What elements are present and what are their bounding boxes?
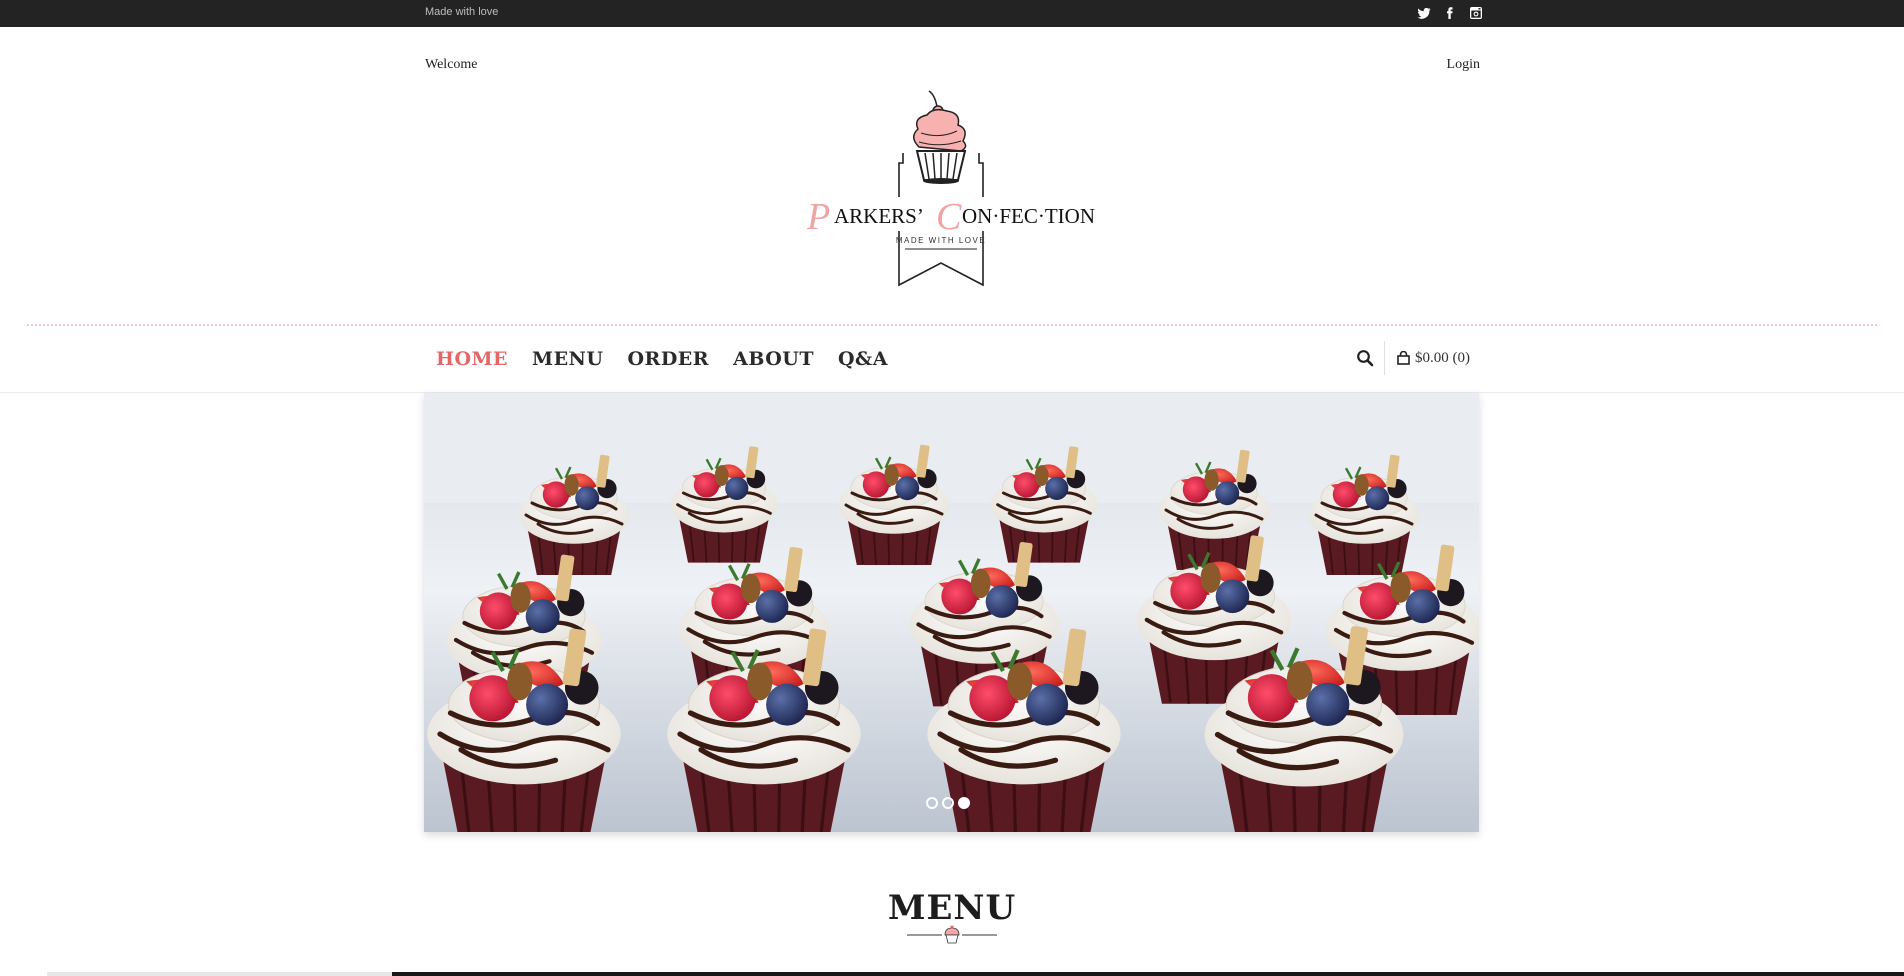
top-tagline: Made with love xyxy=(425,6,499,18)
main-nav: HOME MENU ORDER ABOUT Q&A xyxy=(425,342,900,376)
slider-dot-2[interactable] xyxy=(942,797,954,809)
brand-logo[interactable]: P ARKERS’ C ON·FEC·TION MADE WITH LOVE xyxy=(803,85,1097,290)
svg-text:C: C xyxy=(936,196,962,238)
social-links xyxy=(1416,5,1484,21)
slider-dot-3[interactable] xyxy=(958,797,970,809)
menu-section-title: MENU xyxy=(887,888,1017,928)
facebook-icon[interactable] xyxy=(1442,5,1458,21)
nav-item-menu[interactable]: MENU xyxy=(532,348,603,370)
svg-text:P: P xyxy=(806,196,830,238)
shopping-bag-icon xyxy=(1397,351,1410,365)
welcome-text: Welcome xyxy=(425,57,478,72)
hero-image xyxy=(424,393,1479,832)
twitter-icon[interactable] xyxy=(1416,5,1432,21)
svg-text:MADE WITH LOVE: MADE WITH LOVE xyxy=(896,236,986,245)
header-divider xyxy=(27,324,1877,326)
nav-item-qa[interactable]: Q&A xyxy=(838,348,888,370)
cart-button[interactable]: $0.00 (0) xyxy=(1384,341,1470,375)
cupcake-divider-icon xyxy=(907,925,997,947)
login-link[interactable]: Login xyxy=(1447,57,1480,73)
top-bar: Made with love xyxy=(0,0,1904,27)
nav-item-order[interactable]: ORDER xyxy=(627,348,709,370)
bottom-strip xyxy=(47,972,1904,976)
slider-pagination xyxy=(926,797,970,809)
nav-item-home[interactable]: HOME xyxy=(436,348,508,370)
instagram-icon[interactable] xyxy=(1468,5,1484,21)
slider-dot-1[interactable] xyxy=(926,797,938,809)
svg-text:ARKERS’: ARKERS’ xyxy=(834,204,924,228)
nav-item-about[interactable]: ABOUT xyxy=(733,348,814,370)
search-icon[interactable] xyxy=(1356,349,1374,367)
svg-text:ON·FEC·TION: ON·FEC·TION xyxy=(962,204,1095,228)
cart-total: $0.00 (0) xyxy=(1415,349,1470,366)
hero-slider[interactable] xyxy=(424,393,1479,832)
